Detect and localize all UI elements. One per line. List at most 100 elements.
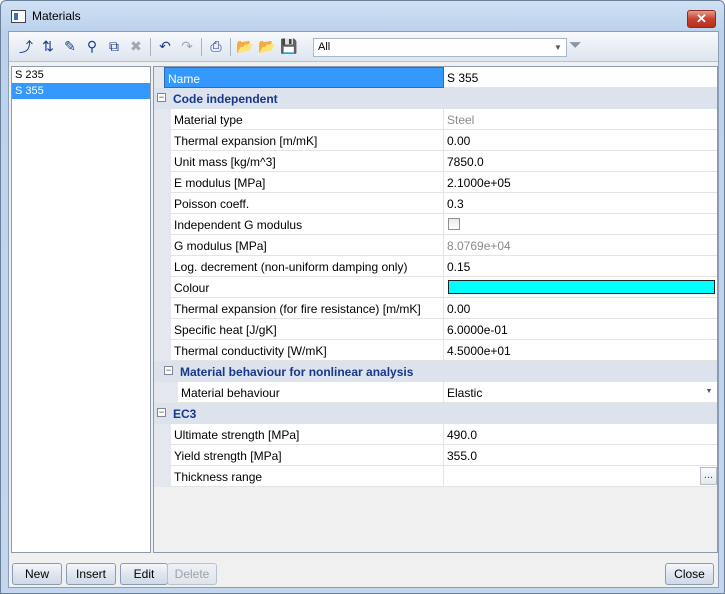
open-folder-alt-icon[interactable]: 📂 — [256, 36, 278, 58]
colour-swatch[interactable] — [448, 280, 715, 294]
property-name: Yield strength [MPa] — [171, 445, 444, 466]
property-value[interactable]: 7850.0 — [444, 151, 717, 172]
copy-icon[interactable]: ⧉ — [103, 36, 125, 58]
section-ec3: − EC3 — [154, 403, 717, 424]
section-material-behaviour: − Material behaviour for nonlinear analy… — [154, 361, 717, 382]
open-folder-icon[interactable]: 📂 — [234, 36, 256, 58]
list-item[interactable]: S 355 — [12, 83, 150, 99]
property-row: Thermal expansion (for fire resistance) … — [154, 298, 717, 319]
list-item[interactable]: S 235 — [12, 67, 150, 83]
new-button[interactable]: New — [12, 563, 62, 585]
property-value[interactable]: 0.3 — [444, 193, 717, 214]
property-row: Specific heat [J/gK] 6.0000e-01 — [154, 319, 717, 340]
property-name: Thermal conductivity [W/mK] — [171, 340, 444, 361]
window-title: Materials — [32, 9, 81, 23]
dialog-body: ⤴ ⇅ ✎ ⚲ ⧉ ✖ ↶ ↷ ⎙ 📂 📂 💾 All ▼ ⏷ S 235 S … — [8, 31, 719, 588]
property-row: Thermal expansion [m/mK] 0.00 — [154, 130, 717, 151]
property-value: Steel — [444, 109, 717, 130]
property-name: Poisson coeff. — [171, 193, 444, 214]
property-row: Log. decrement (non-uniform damping only… — [154, 256, 717, 277]
property-value[interactable]: 490.0 — [444, 424, 717, 445]
property-row: Colour — [154, 277, 717, 298]
property-row: Unit mass [kg/m^3] 7850.0 — [154, 151, 717, 172]
property-name: G modulus [MPa] — [171, 235, 444, 256]
delete-button[interactable]: Delete — [167, 563, 217, 585]
property-name: Material type — [171, 109, 444, 130]
property-row: Yield strength [MPa] 355.0 — [154, 445, 717, 466]
property-name: Thermal expansion [m/mK] — [171, 130, 444, 151]
property-row: Ultimate strength [MPa] 490.0 — [154, 424, 717, 445]
section-title: Code independent — [173, 92, 278, 106]
section-title: EC3 — [173, 407, 197, 421]
property-value[interactable]: 4.5000e+01 — [444, 340, 717, 361]
import-icon[interactable]: ⤴ — [15, 36, 37, 58]
property-name: Unit mass [kg/m^3] — [171, 151, 444, 172]
property-row: Material type Steel — [154, 109, 717, 130]
property-name: Thickness range — [171, 466, 444, 487]
property-name: E modulus [MPa] — [171, 172, 444, 193]
property-name: Ultimate strength [MPa] — [171, 424, 444, 445]
independent-g-modulus-checkbox[interactable] — [448, 218, 460, 230]
property-name: Log. decrement (non-uniform damping only… — [171, 256, 444, 277]
binoculars-icon[interactable]: ⚲ — [81, 36, 103, 58]
materials-window: Materials ✕ ⤴ ⇅ ✎ ⚲ ⧉ ✖ ↶ ↷ ⎙ 📂 📂 💾 All … — [0, 0, 725, 594]
property-row: Independent G modulus — [154, 214, 717, 235]
thickness-range-ellipsis-button[interactable]: ... — [700, 467, 717, 485]
property-name: Material behaviour — [178, 382, 444, 403]
property-value: 8.0769e+04 — [444, 235, 717, 256]
property-value[interactable]: 6.0000e-01 — [444, 319, 717, 340]
section-code-independent: − Code independent — [154, 88, 717, 109]
property-row: Thermal conductivity [W/mK] 4.5000e+01 — [154, 340, 717, 361]
undo-icon[interactable]: ↶ — [154, 36, 176, 58]
collapse-icon[interactable]: − — [157, 93, 166, 102]
toolbar-separator — [150, 37, 151, 56]
redo-icon[interactable]: ↷ — [176, 36, 198, 58]
property-row: Poisson coeff. 0.3 — [154, 193, 717, 214]
title-bar: Materials ✕ — [1, 1, 724, 31]
toolbar-separator — [201, 37, 202, 56]
property-name: Colour — [171, 277, 444, 298]
chevron-down-icon[interactable]: ▼ — [552, 42, 564, 54]
materials-list[interactable]: S 235 S 355 — [11, 66, 151, 553]
property-row: Material behaviour Elastic ▼ — [154, 382, 717, 403]
edit-button[interactable]: Edit — [120, 563, 168, 585]
property-row: E modulus [MPa] 2.1000e+05 — [154, 172, 717, 193]
insert-button[interactable]: Insert — [66, 563, 116, 585]
close-window-button[interactable]: ✕ — [687, 10, 716, 28]
property-value[interactable]: S 355 — [444, 67, 717, 88]
pencil-icon[interactable]: ✎ — [59, 36, 81, 58]
print-icon[interactable]: ⎙ — [205, 36, 227, 58]
filter-funnel-icon[interactable]: ⏷ — [569, 37, 582, 55]
window-icon — [11, 9, 26, 23]
property-value: Elastic — [447, 386, 483, 400]
property-value[interactable]: 355.0 — [444, 445, 717, 466]
filter-value: All — [318, 41, 331, 53]
property-value — [444, 277, 717, 298]
property-value[interactable]: ... — [444, 466, 717, 487]
toolbar-separator — [230, 37, 231, 56]
property-value — [444, 214, 717, 235]
property-value[interactable]: 0.15 — [444, 256, 717, 277]
property-name: Specific heat [J/gK] — [171, 319, 444, 340]
filter-select[interactable]: All ▼ — [313, 38, 567, 57]
property-row: G modulus [MPa] 8.0769e+04 — [154, 235, 717, 256]
property-value[interactable]: 2.1000e+05 — [444, 172, 717, 193]
section-title: Material behaviour for nonlinear analysi… — [180, 365, 414, 379]
save-icon[interactable]: 💾 — [278, 36, 300, 58]
material-behaviour-select[interactable]: Elastic ▼ — [444, 382, 717, 403]
toolbar: ⤴ ⇅ ✎ ⚲ ⧉ ✖ ↶ ↷ ⎙ 📂 📂 💾 All ▼ ⏷ — [9, 32, 718, 62]
sort-icon[interactable]: ⇅ — [37, 36, 59, 58]
property-value[interactable]: 0.00 — [444, 298, 717, 319]
collapse-icon[interactable]: − — [157, 408, 166, 417]
close-button[interactable]: Close — [665, 563, 714, 585]
collapse-icon[interactable]: − — [164, 366, 173, 375]
property-name[interactable]: Name — [164, 67, 444, 88]
property-name: Thermal expansion (for fire resistance) … — [171, 298, 444, 319]
chevron-down-icon[interactable]: ▼ — [701, 382, 717, 402]
property-row-name: Name S 355 — [154, 67, 717, 88]
property-name: Independent G modulus — [171, 214, 444, 235]
properties-grid: Name S 355 − Code independent Material t… — [153, 66, 718, 553]
property-value[interactable]: 0.00 — [444, 130, 717, 151]
delete-icon[interactable]: ✖ — [125, 36, 147, 58]
property-row: Thickness range ... — [154, 466, 717, 487]
